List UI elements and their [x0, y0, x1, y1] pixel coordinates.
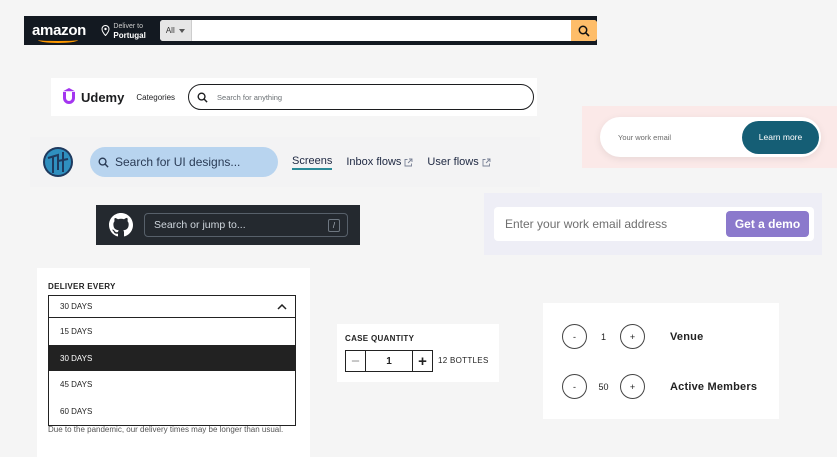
chevron-up-icon [277, 303, 287, 310]
design-nav: Screens Inbox flows User flows [292, 155, 491, 170]
venue-counter-row: - 1 + Venue [562, 324, 703, 349]
nav-inbox-flows[interactable]: Inbox flows [346, 156, 413, 168]
amazon-smile-icon [38, 37, 78, 43]
delivery-delay-note: Due to the pandemic, our delivery times … [48, 425, 284, 434]
work-email-input[interactable]: Your work email [618, 133, 671, 142]
search-icon [98, 157, 109, 168]
venue-counters-card: - 1 + Venue - 50 + Active Members [543, 303, 779, 419]
case-quantity-card: CASE QUANTITY − 1 + 12 BOTTLES [337, 324, 499, 382]
nav-screens[interactable]: Screens [292, 155, 333, 170]
option-60-days[interactable]: 60 DAYS [49, 398, 295, 425]
github-search-input[interactable]: Search or jump to... / [144, 213, 348, 237]
udemy-header-bar: Udemy Categories Search for anything [51, 78, 537, 116]
option-30-days[interactable]: 30 DAYS [49, 344, 295, 372]
brand-logo-icon[interactable] [42, 146, 74, 178]
category-dropdown[interactable]: All [159, 20, 192, 41]
active-members-label: Active Members [670, 380, 758, 393]
get-a-demo-button[interactable]: Get a demo [726, 211, 809, 237]
nav-user-flows[interactable]: User flows [427, 156, 491, 168]
demo-email-input[interactable]: Enter your work email address [505, 217, 667, 231]
ui-designs-search-input[interactable]: Search for UI designs... [90, 147, 278, 177]
deliver-country: Portugal [113, 30, 146, 40]
udemy-search-input[interactable]: Search for anything [188, 84, 535, 110]
option-15-days[interactable]: 15 DAYS [49, 318, 295, 345]
udemy-search-placeholder: Search for anything [217, 92, 283, 102]
nav-inbox-flows-label: Inbox flows [346, 156, 402, 168]
amazon-header-bar: amazon Deliver to Portugal All [24, 16, 597, 45]
active-members-decrement-button[interactable]: - [562, 374, 587, 399]
amazon-search-button[interactable] [571, 20, 597, 41]
search-icon [578, 25, 590, 37]
active-members-counter-row: - 50 + Active Members [562, 374, 757, 399]
external-link-icon [482, 158, 491, 166]
active-members-count-value: 50 [598, 381, 609, 392]
deliver-every-options: 15 DAYS 30 DAYS 45 DAYS 60 DAYS [48, 318, 296, 426]
venue-count-value: 1 [600, 331, 606, 342]
deliver-every-select[interactable]: 30 DAYS [48, 295, 296, 318]
deliver-every-selected-value: 30 DAYS [60, 302, 93, 311]
deliver-every-label: DELIVER EVERY [48, 282, 116, 291]
nav-user-flows-label: User flows [427, 156, 479, 168]
github-search-placeholder: Search or jump to... [154, 219, 246, 231]
ui-designs-search-placeholder: Search for UI designs... [115, 155, 241, 169]
venue-increment-button[interactable]: + [620, 324, 645, 349]
udemy-logo-icon [63, 88, 75, 104]
github-header-bar: Search or jump to... / [96, 205, 360, 245]
slash-shortcut-key: / [328, 218, 340, 232]
location-pin-icon [101, 25, 110, 36]
udemy-logo-text: Udemy [81, 89, 125, 105]
search-icon [197, 92, 208, 103]
increment-button[interactable]: + [412, 351, 432, 371]
learn-more-button[interactable]: Learn more [742, 120, 819, 154]
option-45-days[interactable]: 45 DAYS [49, 371, 295, 398]
demo-email-form: Enter your work email address Get a demo [494, 207, 814, 241]
design-search-header: Search for UI designs... Screens Inbox f… [30, 137, 540, 187]
amazon-search-bar: All [159, 20, 597, 41]
case-quantity-label: CASE QUANTITY [345, 334, 415, 343]
caret-down-icon [178, 28, 185, 33]
external-link-icon [404, 158, 413, 166]
venue-label: Venue [670, 330, 704, 343]
amazon-search-input[interactable] [192, 20, 571, 41]
deliver-every-card: DELIVER EVERY 30 DAYS 15 DAYS 30 DAYS 45… [37, 268, 310, 457]
decrement-button[interactable]: − [346, 351, 366, 371]
categories-link[interactable]: Categories [136, 93, 175, 102]
amazon-logo[interactable]: amazon [32, 22, 87, 43]
venue-decrement-button[interactable]: - [562, 324, 587, 349]
bottles-count-label: 12 BOTTLES [438, 356, 489, 365]
case-quantity-stepper: − 1 + [345, 350, 433, 372]
category-dropdown-label: All [165, 26, 175, 35]
github-logo-icon[interactable] [109, 213, 133, 237]
quantity-value[interactable]: 1 [366, 351, 412, 371]
work-email-form: Your work email Learn more [600, 117, 821, 157]
udemy-logo[interactable]: Udemy [60, 88, 124, 106]
active-members-increment-button[interactable]: + [620, 374, 645, 399]
deliver-to-label: Deliver to [113, 22, 143, 30]
deliver-to-location[interactable]: Deliver to Portugal [101, 22, 146, 40]
